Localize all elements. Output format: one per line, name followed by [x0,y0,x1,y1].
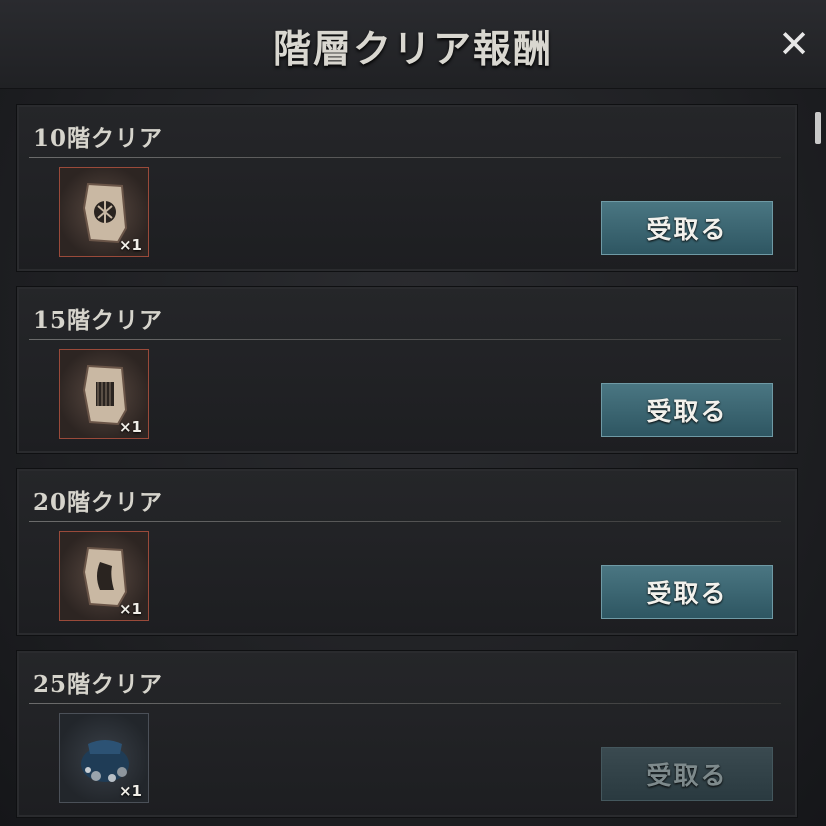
item-quantity: ×1 [118,600,142,618]
reward-title: 20階クリア [33,489,164,516]
reward-panel: 階層クリア報酬 ✕ 10階クリア ×1 受取る 15階クリア ×1 受取る 20… [0,0,826,826]
close-icon[interactable]: ✕ [776,25,812,63]
divider [29,157,781,158]
divider [29,703,781,704]
reward-item[interactable]: ×1 [59,349,149,439]
claim-button[interactable]: 受取る [601,747,773,801]
item-quantity: ×1 [118,236,142,254]
reward-item[interactable]: ×1 [59,713,149,803]
page-title: 階層クリア報酬 [272,26,553,71]
reward-title: 25階クリア [33,671,164,698]
claim-button[interactable]: 受取る [601,565,773,619]
panel-header: 階層クリア報酬 ✕ [0,0,826,89]
reward-title: 10階クリア [33,125,164,152]
reward-card: 15階クリア ×1 受取る [16,286,798,454]
item-quantity: ×1 [118,782,142,800]
claim-button[interactable]: 受取る [601,201,773,255]
divider [29,521,781,522]
reward-list[interactable]: 10階クリア ×1 受取る 15階クリア ×1 受取る 20階クリア ×1 受取… [0,88,826,826]
divider [29,339,781,340]
reward-card: 10階クリア ×1 受取る [16,104,798,272]
reward-item[interactable]: ×1 [59,531,149,621]
reward-title: 15階クリア [33,307,164,334]
reward-card: 25階クリア ×1 受取る [16,650,798,818]
claim-button[interactable]: 受取る [601,383,773,437]
scrollbar[interactable] [815,112,821,144]
item-quantity: ×1 [118,418,142,436]
reward-item[interactable]: ×1 [59,167,149,257]
reward-card: 20階クリア ×1 受取る [16,468,798,636]
